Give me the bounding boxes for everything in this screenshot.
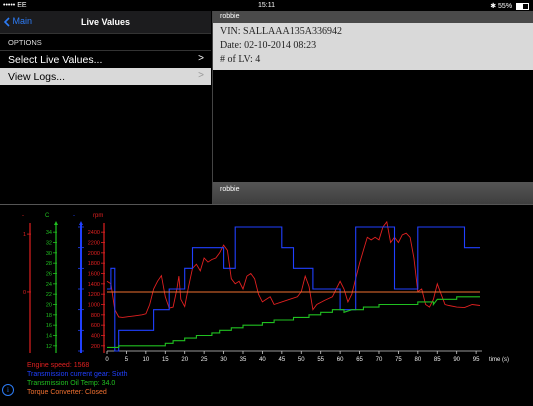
axis-unit-label: - <box>73 213 75 219</box>
battery-indicator: ✱ 55% <box>490 2 529 10</box>
view-logs-item[interactable]: View Logs... > <box>0 68 211 85</box>
nav-bar: Main Live Values <box>0 11 211 34</box>
y-tick-label: 18 <box>46 313 52 319</box>
x-tick-label: 70 <box>376 357 383 363</box>
x-tick-label: 50 <box>298 357 305 363</box>
series-line <box>107 226 480 352</box>
bluetooth-icon: ✱ <box>490 3 497 10</box>
y-tick-label: 1000 <box>88 303 100 309</box>
axis-unit-label: - <box>22 213 24 219</box>
legend-entry: Transmission current gear: Sixth <box>27 371 128 378</box>
x-tick-label: 30 <box>220 357 227 363</box>
x-tick-label: 90 <box>453 357 460 363</box>
x-tick-label: 25 <box>201 357 208 363</box>
y-tick-label: 20 <box>46 303 52 309</box>
x-tick-label: 75 <box>395 357 402 363</box>
log-info: VIN: SALLAAA135A336942 Date: 02-10-2014 … <box>213 23 533 70</box>
y-tick-label: 14 <box>46 334 52 340</box>
y-tick-label: 12 <box>46 344 52 350</box>
y-tick-label: 30 <box>46 251 52 257</box>
lv-count-text: # of LV: 4 <box>220 54 261 65</box>
x-tick-label: 15 <box>162 357 169 363</box>
x-tick-label: 85 <box>434 357 441 363</box>
page-title: Live Values <box>80 17 131 27</box>
y-tick-label: 1400 <box>88 282 100 288</box>
legend-entry: Engine speed: 1568 <box>27 362 90 369</box>
y-tick-label: 24 <box>46 282 52 288</box>
info-icon[interactable]: i <box>2 384 14 396</box>
y-tick-label: 600 <box>91 323 100 329</box>
y-tick-label: 2200 <box>88 241 100 247</box>
x-tick-label: 65 <box>356 357 363 363</box>
axis-unit-label: rpm <box>93 213 103 219</box>
axis-arrow-icon <box>54 221 58 225</box>
detail-pane: robbie VIN: SALLAAA135A336942 Date: 02-1… <box>212 11 533 204</box>
log-name: robbie <box>220 13 240 20</box>
y-tick-label: 400 <box>91 334 100 340</box>
y-tick-label: 2000 <box>88 251 100 257</box>
legend-entry: Transmission Oil Temp: 34.0 <box>27 380 116 387</box>
battery-percent: 55% <box>498 3 513 10</box>
master-pane: Main Live Values OPTIONS Select Live Val… <box>0 11 211 204</box>
x-tick-label: 45 <box>279 357 286 363</box>
x-tick-label: 0 <box>105 357 109 363</box>
legend-entry: Torque Converter: Closed <box>27 389 107 396</box>
x-tick-label: 95 <box>473 357 480 363</box>
y-tick-label: 1600 <box>88 272 100 278</box>
x-tick-label: 80 <box>414 357 421 363</box>
list-item-label: View Logs... <box>8 71 66 83</box>
x-tick-label: 10 <box>143 357 150 363</box>
clock: 15:11 <box>258 2 275 9</box>
axis-unit-label: C <box>45 213 50 219</box>
y-tick-label: 32 <box>46 241 52 247</box>
detail-footer: robbie <box>213 182 533 204</box>
y-tick-label: 22 <box>46 292 52 298</box>
y-tick-label: 1200 <box>88 292 100 298</box>
select-live-values-item[interactable]: Select Live Values... > <box>0 50 211 69</box>
x-tick-label: 35 <box>240 357 247 363</box>
series-line <box>106 220 481 318</box>
y-tick-label: 1 <box>23 232 26 238</box>
y-tick-label: 26 <box>46 272 52 278</box>
chevron-right-icon: > <box>198 53 204 64</box>
y-tick-label: 28 <box>46 261 52 267</box>
x-tick-label: 5 <box>125 357 129 363</box>
x-tick-label: 60 <box>337 357 344 363</box>
y-tick-label: 1800 <box>88 261 100 267</box>
series-line <box>107 296 480 348</box>
y-tick-label: 2400 <box>88 230 100 236</box>
axis-arrow-icon <box>79 221 83 225</box>
chevron-right-icon: > <box>198 70 204 81</box>
footer-label: robbie <box>220 186 240 193</box>
vin-text: VIN: SALLAAA135A336942 <box>220 26 342 37</box>
x-tick-label: 20 <box>181 357 188 363</box>
y-tick-label: 34 <box>46 230 52 236</box>
x-tick-label: 40 <box>259 357 266 363</box>
section-header: OPTIONS <box>8 38 42 47</box>
y-tick-label: 16 <box>46 323 52 329</box>
log-header: robbie <box>213 11 533 23</box>
y-tick-label: 0 <box>23 290 26 296</box>
y-tick-label: 200 <box>91 344 100 350</box>
x-axis-title: time (s) <box>489 357 509 363</box>
x-tick-label: 55 <box>317 357 324 363</box>
list-item-label: Select Live Values... <box>8 54 103 66</box>
status-bar: ••••• EE 15:11 ✱ 55% <box>0 0 533 11</box>
date-text: Date: 02-10-2014 08:23 <box>220 40 317 51</box>
y-tick-label: 800 <box>91 313 100 319</box>
battery-icon <box>516 2 529 10</box>
